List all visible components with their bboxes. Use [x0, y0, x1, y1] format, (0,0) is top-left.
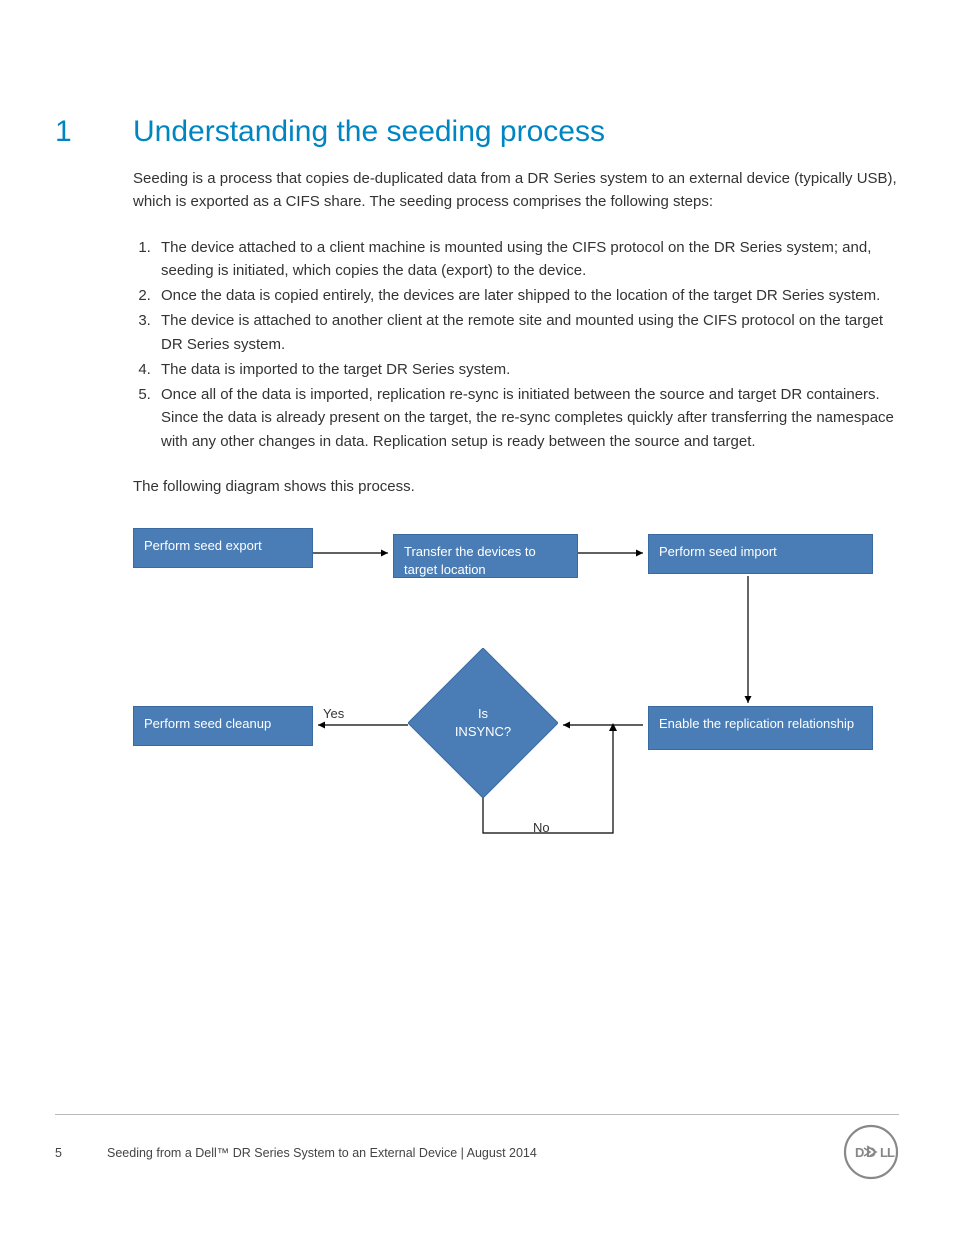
step-item: The data is imported to the target DR Se… [155, 358, 899, 381]
footer-rule [55, 1114, 899, 1115]
step-item: The device attached to a client machine … [155, 236, 899, 283]
flow-box-label: Transfer the devices to target location [404, 544, 536, 577]
flow-decision-insync: Is INSYNC? [408, 648, 558, 798]
flow-box-export: Perform seed export [133, 528, 313, 568]
page-number: 5 [55, 1146, 107, 1160]
flow-box-label: Perform seed export [144, 538, 262, 553]
page-footer: 5 Seeding from a Dell™ DR Series System … [55, 1146, 537, 1160]
step-item: Once the data is copied entirely, the de… [155, 284, 899, 307]
flow-box-import: Perform seed import [648, 534, 873, 574]
flow-box-transfer: Transfer the devices to target location [393, 534, 578, 578]
flow-diagram: Perform seed export Transfer the devices… [133, 528, 893, 868]
step-item: The device is attached to another client… [155, 309, 899, 356]
intro-paragraph: Seeding is a process that copies de-dupl… [133, 167, 899, 214]
svg-text:D: D [855, 1145, 864, 1160]
dell-logo-icon: D D L L [843, 1124, 899, 1180]
svg-text:L: L [887, 1145, 895, 1160]
decision-label-line1: Is [478, 705, 488, 723]
footer-text: Seeding from a Dell™ DR Series System to… [107, 1146, 537, 1160]
heading-row: 1 Understanding the seeding process [55, 115, 899, 149]
flow-label-yes: Yes [323, 706, 344, 721]
section-number: 1 [55, 115, 133, 149]
section-title: Understanding the seeding process [133, 115, 605, 149]
flow-box-label: Perform seed cleanup [144, 716, 271, 731]
body-block: Seeding is a process that copies de-dupl… [133, 167, 899, 868]
step-item: Once all of the data is imported, replic… [155, 383, 899, 453]
steps-list: The device attached to a client machine … [133, 236, 899, 453]
flow-box-cleanup: Perform seed cleanup [133, 706, 313, 746]
flow-box-label: Perform seed import [659, 544, 777, 559]
page-content: 1 Understanding the seeding process Seed… [0, 0, 954, 868]
flow-label-no: No [533, 820, 550, 835]
flow-box-enable: Enable the replication relationship [648, 706, 873, 750]
decision-label-line2: INSYNC? [455, 723, 511, 741]
diagram-caption: The following diagram shows this process… [133, 475, 899, 498]
flow-box-label: Enable the replication relationship [659, 716, 854, 731]
